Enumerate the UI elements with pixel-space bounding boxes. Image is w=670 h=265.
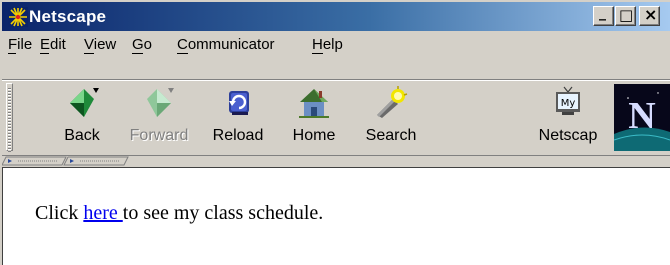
search-label: Search [365, 127, 417, 144]
here-link[interactable]: here [83, 202, 122, 224]
svg-text:My: My [561, 98, 576, 109]
content-text-before: Click [35, 202, 84, 224]
maximize-button[interactable]: □ [615, 6, 636, 26]
title-bar[interactable]: Netscape _ □ × [2, 2, 670, 31]
menu-file[interactable]: File [8, 36, 32, 53]
forward-arrow-icon [147, 88, 174, 117]
my-netscape-icon: My [556, 86, 580, 115]
content-text-after: to see my class schedule. [122, 202, 324, 224]
my-netscape-button[interactable]: My Netscap [532, 81, 604, 153]
accel-underline-go [132, 53, 143, 54]
minimize-icon: _ [599, 5, 606, 21]
reload-label: Reload [212, 127, 264, 144]
menu-help[interactable]: Help [312, 36, 343, 53]
toolbar-grip[interactable] [6, 83, 13, 152]
back-label: Back [64, 127, 100, 144]
accel-underline-help [312, 53, 323, 54]
collapsed-toolbar-tabs [2, 155, 670, 166]
netscape-logo-icon: N [614, 84, 670, 151]
reload-icon [229, 91, 249, 115]
home-button[interactable]: Home [278, 81, 350, 153]
netscape-logo-letter: N [628, 95, 655, 137]
forward-button[interactable]: Forward [123, 81, 195, 153]
back-arrow-icon [70, 88, 99, 117]
page-content-area[interactable]: Click here to see my class schedule. [2, 167, 670, 265]
back-button[interactable]: Back [46, 81, 118, 153]
menu-edit[interactable]: Edit [40, 36, 66, 53]
maximize-icon: □ [619, 6, 634, 24]
netscape-app-icon [8, 7, 28, 27]
accel-underline-communicator [177, 53, 188, 54]
menu-communicator[interactable]: Communicator [177, 36, 275, 53]
close-button[interactable]: × [639, 5, 660, 26]
search-button[interactable]: Search [355, 81, 427, 153]
minimize-button[interactable]: _ [593, 5, 614, 26]
navigation-toolbar: Back Forward Reload Home Search My Netsc… [2, 81, 670, 154]
window-title: Netscape [29, 7, 107, 26]
accel-underline-view [84, 53, 94, 54]
netscape-logo-throbber[interactable]: N [614, 84, 670, 151]
netscape-window: Netscape _ □ × File Edit View Go Communi… [0, 0, 670, 265]
home-icon [299, 89, 329, 118]
menu-go[interactable]: Go [132, 36, 152, 53]
menu-view[interactable]: View [84, 36, 116, 53]
close-icon: × [644, 5, 658, 24]
content-paragraph: Click here to see my class schedule. [35, 202, 323, 225]
accel-underline-edit [40, 53, 49, 54]
search-flashlight-icon [377, 86, 408, 118]
accel-underline-file [8, 53, 16, 54]
my-netscape-label: Netscap [538, 127, 598, 144]
forward-label: Forward [129, 127, 189, 144]
reload-button[interactable]: Reload [202, 81, 274, 153]
collapsed-tab-icons[interactable] [2, 156, 132, 166]
menu-bar: File Edit View Go Communicator Help [2, 33, 670, 57]
home-label: Home [292, 127, 336, 144]
